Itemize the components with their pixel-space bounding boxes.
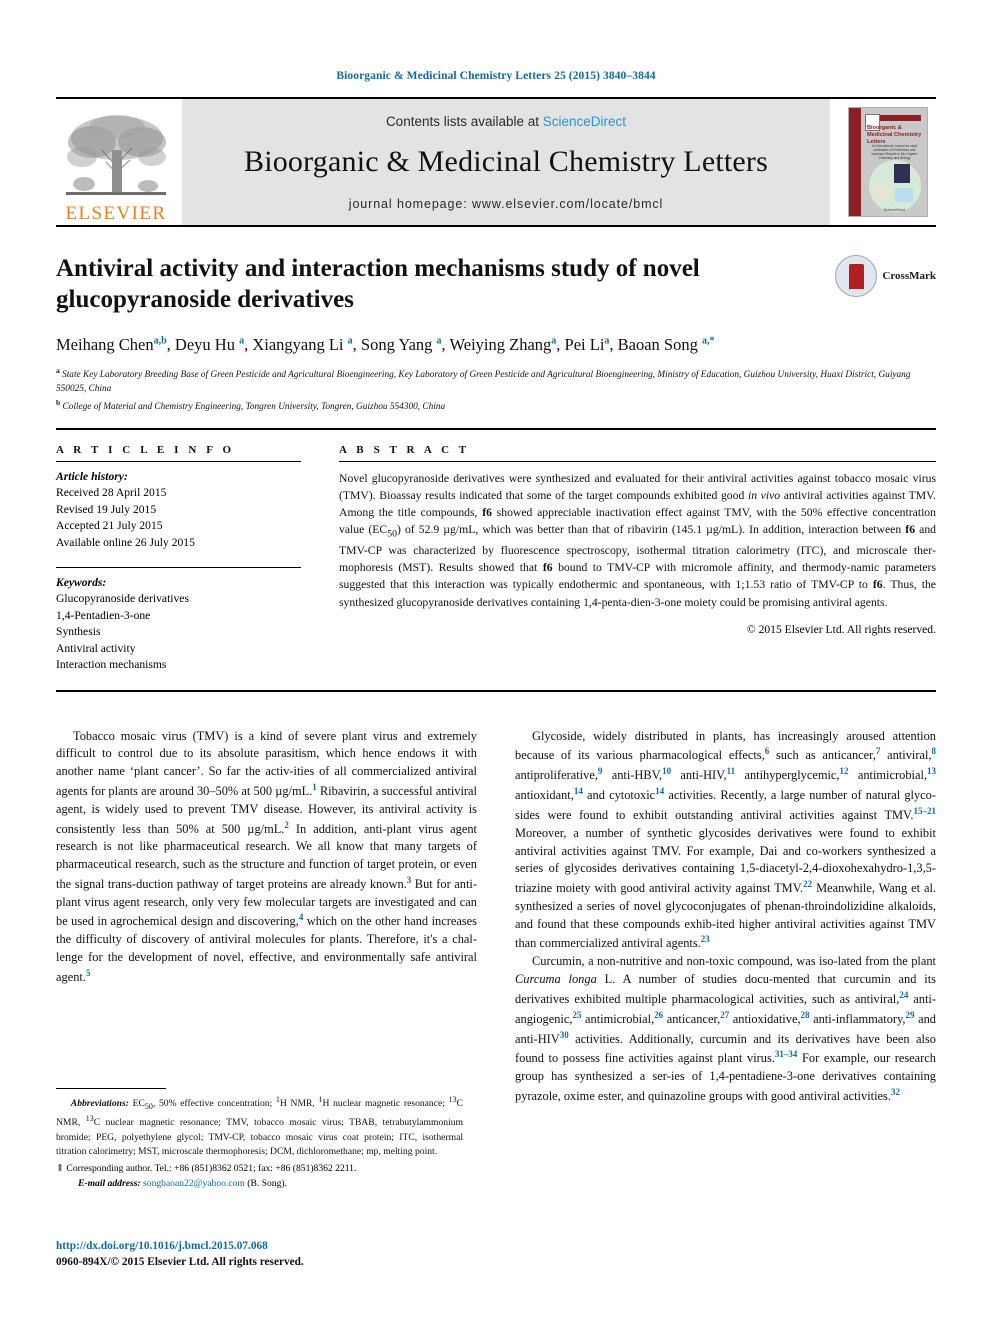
elsevier-wordmark: ELSEVIER bbox=[65, 203, 167, 224]
page-title: Antiviral activity and interaction mecha… bbox=[56, 255, 700, 314]
keyword-item: Glucopyranoside derivatives bbox=[56, 592, 189, 606]
cover-artwork bbox=[869, 160, 921, 212]
cover-footer: ScienceDirect bbox=[884, 208, 905, 212]
email-suffix: (B. Song). bbox=[244, 1177, 287, 1189]
journal-title: Bioorganic & Medicinal Chemistry Letters bbox=[243, 144, 768, 178]
affiliation-b-text: College of Material and Chemistry Engine… bbox=[62, 401, 446, 412]
body-right-column: Glycoside, widely distributed in plants,… bbox=[515, 728, 936, 1106]
abstract-text: Novel glucopyranoside derivatives were s… bbox=[339, 471, 937, 609]
article-info-column: A R T I C L E I N F O Article history: R… bbox=[56, 444, 301, 674]
doi-link[interactable]: http://dx.doi.org/10.1016/j.bmcl.2015.07… bbox=[56, 1238, 304, 1254]
abstract-heading: A B S T R A C T bbox=[339, 443, 470, 456]
footer-doi-block: http://dx.doi.org/10.1016/j.bmcl.2015.07… bbox=[56, 1238, 304, 1271]
journal-cover-thumbnail[interactable]: Bioorganic & Medicinal Chemistry Letters… bbox=[840, 99, 936, 225]
cover-art-panel-1 bbox=[894, 164, 910, 183]
crossmark-badge[interactable]: CrossMark bbox=[835, 255, 936, 297]
cover-art-panel-3 bbox=[895, 188, 913, 202]
affiliation-b: b College of Material and Chemistry Engi… bbox=[56, 397, 446, 412]
email-note: E-mail address: songbaoan22@yahoo.com (B… bbox=[56, 1177, 463, 1191]
issn-copyright: 0960-894X/© 2015 Elsevier Ltd. All right… bbox=[56, 1256, 304, 1269]
article-history-label: Article history: bbox=[56, 469, 128, 483]
affiliation-a: a State Key Laboratory Breeding Base of … bbox=[56, 365, 911, 394]
keyword-item: Interaction mechanisms bbox=[56, 658, 167, 672]
article-page: Bioorganic & Medicinal Chemistry Letters… bbox=[0, 0, 992, 1323]
email-link[interactable]: songbaoan22@yahoo.com bbox=[143, 1178, 245, 1189]
cover-subtitle: An Internatonal Journal for rapid public… bbox=[871, 144, 918, 161]
body-left-column: Tobacco mosaic virus (TMV) is a kind of … bbox=[56, 728, 477, 1106]
sciencedirect-link[interactable]: ScienceDirect bbox=[543, 114, 626, 129]
journal-homepage-url[interactable]: journal homepage: www.elsevier.com/locat… bbox=[349, 197, 663, 211]
cover-image: Bioorganic & Medicinal Chemistry Letters… bbox=[848, 107, 928, 217]
cover-art-panel-2 bbox=[874, 186, 890, 199]
corresponding-author-note: ⇑ Corresponding author. Tel.: +86 (851)8… bbox=[56, 1163, 357, 1175]
elsevier-tree-icon bbox=[62, 112, 170, 204]
affiliations: a State Key Laboratory Breeding Base of … bbox=[56, 365, 936, 415]
divider-bottom bbox=[56, 689, 936, 692]
footnote-rule bbox=[56, 1088, 166, 1089]
crossmark-icon bbox=[835, 255, 878, 297]
abstract-copyright: © 2015 Elsevier Ltd. All rights reserved… bbox=[746, 622, 936, 636]
email-label: E-mail address: bbox=[78, 1177, 141, 1189]
affiliation-a-text: State Key Laboratory Breeding Base of Gr… bbox=[56, 369, 911, 394]
keywords-label: Keywords: bbox=[56, 576, 107, 590]
cover-spine bbox=[849, 108, 861, 216]
article-info-heading: A R T I C L E I N F O bbox=[56, 443, 235, 456]
keyword-item: Antiviral activity bbox=[56, 641, 136, 655]
journal-banner: Contents lists available at ScienceDirec… bbox=[182, 99, 830, 225]
abbreviations-note: Abbreviations: EC50, 50% effective conce… bbox=[56, 1095, 464, 1158]
history-line: Accepted 21 July 2015 bbox=[56, 519, 163, 533]
contents-prefix: Contents lists available at bbox=[385, 113, 543, 129]
info-abstract-area: A R T I C L E I N F O Article history: R… bbox=[56, 430, 936, 674]
footnote-block: Abbreviations: EC50, 50% effective conce… bbox=[56, 1088, 463, 1191]
cover-title: Bioorganic & Medicinal Chemistry Letters bbox=[867, 125, 922, 145]
crossmark-label: CrossMark bbox=[882, 270, 936, 282]
paragraph-glycoside: Glycoside, widely distributed in plants,… bbox=[515, 728, 937, 951]
author-list: Meihang Chena,b, Deyu Hu a, Xiangyang Li… bbox=[56, 334, 715, 354]
article-history: Article history: Received 28 April 2015 … bbox=[56, 462, 301, 551]
keyword-item: 1,4-Pentadien-3-one bbox=[56, 608, 151, 622]
history-line: Revised 19 July 2015 bbox=[56, 502, 157, 516]
abbreviations-label: Abbreviations: bbox=[70, 1098, 129, 1110]
running-head: Bioorganic & Medicinal Chemistry Letters… bbox=[336, 70, 656, 82]
elsevier-logo: ELSEVIER bbox=[56, 99, 176, 225]
keyword-item: Synthesis bbox=[56, 625, 101, 639]
journal-masthead: ELSEVIER Contents lists available at Sci… bbox=[56, 97, 936, 227]
paragraph-intro-1: Tobacco mosaic virus (TMV) is a kind of … bbox=[56, 728, 477, 984]
paragraph-curcumin: Curcumin, a non-nutritive and non-toxic … bbox=[515, 954, 936, 1104]
history-line: Received 28 April 2015 bbox=[56, 486, 167, 500]
abstract-column: A B S T R A C T Novel glucopyranoside de… bbox=[339, 444, 936, 674]
title-block: Antiviral activity and interaction mecha… bbox=[56, 253, 936, 415]
contents-available-line: Contents lists available at ScienceDirec… bbox=[386, 114, 626, 129]
body-columns: Tobacco mosaic virus (TMV) is a kind of … bbox=[56, 728, 936, 1106]
keywords-block: Keywords: Glucopyranoside derivatives 1,… bbox=[56, 568, 301, 674]
history-line: Available online 26 July 2015 bbox=[56, 535, 195, 549]
